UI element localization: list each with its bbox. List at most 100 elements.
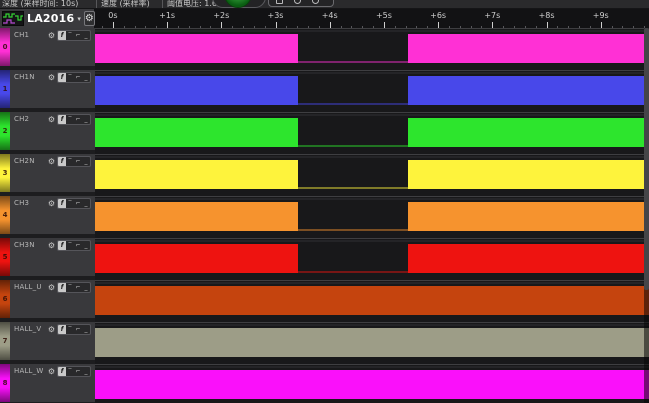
channel-waveform[interactable] <box>95 154 649 196</box>
high-level-trigger-icon[interactable]: ‾ <box>66 241 74 250</box>
channel-color-strip[interactable]: 4 <box>0 196 10 234</box>
channel-panel[interactable]: CH2N ⚙ f ‾ ⌐ _ <box>10 154 93 192</box>
channel-settings-gear-icon[interactable]: ⚙ <box>48 115 55 124</box>
high-level-trigger-icon[interactable]: ‾ <box>66 73 74 82</box>
low-level-trigger-icon[interactable]: _ <box>82 157 90 166</box>
channel-panel[interactable]: HALL_V ⚙ f ‾ ⌐ _ <box>10 322 93 360</box>
channel-waveform[interactable] <box>95 28 649 70</box>
channel-settings-gear-icon[interactable]: ⚙ <box>48 325 55 334</box>
vertical-scrollbar[interactable] <box>644 28 649 403</box>
falling-edge-trigger-icon[interactable]: ⌐ <box>74 31 82 40</box>
scrollbar-thumb[interactable] <box>644 28 649 290</box>
measure-f-icon[interactable]: f <box>58 367 66 376</box>
waveform-high-segment <box>408 160 649 189</box>
waveform-high-segment <box>95 160 298 189</box>
low-level-trigger-icon[interactable]: _ <box>82 367 90 376</box>
waveform-high-segment <box>408 202 649 231</box>
channel-panel[interactable]: CH2 ⚙ f ‾ ⌐ _ <box>10 112 93 150</box>
channel-panel[interactable]: CH3 ⚙ f ‾ ⌐ _ <box>10 196 93 234</box>
low-level-trigger-icon[interactable]: _ <box>82 31 90 40</box>
waveform-high-segment <box>95 202 298 231</box>
measure-f-icon[interactable]: f <box>58 31 66 40</box>
falling-edge-trigger-icon[interactable]: ⌐ <box>74 241 82 250</box>
channel-waveform[interactable] <box>95 70 649 112</box>
device-settings-gear-icon[interactable]: ⚙ <box>84 11 95 26</box>
channel-waveform[interactable] <box>95 238 649 280</box>
timeline-tick-label: +4s <box>322 11 338 20</box>
fit-view-icon[interactable] <box>276 0 283 4</box>
channel-waveform[interactable] <box>95 280 649 322</box>
measure-f-icon[interactable]: f <box>58 157 66 166</box>
falling-edge-trigger-icon[interactable]: ⌐ <box>74 199 82 208</box>
falling-edge-trigger-icon[interactable]: ⌐ <box>74 325 82 334</box>
measure-f-icon[interactable]: f <box>58 241 66 250</box>
waveform-low-segment <box>298 229 408 231</box>
channel-number: 6 <box>0 295 10 303</box>
high-level-trigger-icon[interactable]: ‾ <box>66 325 74 334</box>
falling-edge-trigger-icon[interactable]: ⌐ <box>74 367 82 376</box>
measure-f-icon[interactable]: f <box>58 283 66 292</box>
measure-f-icon[interactable]: f <box>58 199 66 208</box>
channel-panel[interactable]: HALL_U ⚙ f ‾ ⌐ _ <box>10 280 93 318</box>
channel-number: 7 <box>0 337 10 345</box>
channel-name-label: CH3N <box>14 241 35 249</box>
channel-color-strip[interactable]: 6 <box>0 280 10 318</box>
measure-f-icon[interactable]: f <box>58 73 66 82</box>
measure-f-icon[interactable]: f <box>58 115 66 124</box>
timeline-tick-label: 0s <box>108 11 117 20</box>
channel-icon-group: ⚙ f ‾ ⌐ _ <box>48 198 91 209</box>
trigger-button-group: f ‾ ⌐ _ <box>57 114 91 125</box>
channel-panel[interactable]: CH1N ⚙ f ‾ ⌐ _ <box>10 70 93 108</box>
channel-settings-gear-icon[interactable]: ⚙ <box>48 31 55 40</box>
channel-color-strip[interactable]: 3 <box>0 154 10 192</box>
channel-color-strip[interactable]: 8 <box>0 364 10 402</box>
channel-settings-gear-icon[interactable]: ⚙ <box>48 73 55 82</box>
channel-color-strip[interactable]: 2 <box>0 112 10 150</box>
high-level-trigger-icon[interactable]: ‾ <box>66 31 74 40</box>
channel-settings-gear-icon[interactable]: ⚙ <box>48 367 55 376</box>
channel-color-strip[interactable]: 7 <box>0 322 10 360</box>
low-level-trigger-icon[interactable]: _ <box>82 115 90 124</box>
device-selector[interactable]: LA2016 ▾ ⚙ <box>0 9 95 28</box>
channel-panel[interactable]: CH3N ⚙ f ‾ ⌐ _ <box>10 238 93 276</box>
waveform-high-segment <box>95 328 649 357</box>
channel-settings-gear-icon[interactable]: ⚙ <box>48 241 55 250</box>
high-level-trigger-icon[interactable]: ‾ <box>66 115 74 124</box>
low-level-trigger-icon[interactable]: _ <box>82 199 90 208</box>
low-level-trigger-icon[interactable]: _ <box>82 283 90 292</box>
channel-panel[interactable]: CH1 ⚙ f ‾ ⌐ _ <box>10 28 93 66</box>
low-level-trigger-icon[interactable]: _ <box>82 325 90 334</box>
device-dropdown-caret-icon[interactable]: ▾ <box>77 15 81 23</box>
channel-waveform[interactable] <box>95 364 649 403</box>
falling-edge-trigger-icon[interactable]: ⌐ <box>74 115 82 124</box>
falling-edge-trigger-icon[interactable]: ⌐ <box>74 73 82 82</box>
channel-info-panel: 3 CH2N ⚙ f ‾ ⌐ _ <box>0 154 95 196</box>
falling-edge-trigger-icon[interactable]: ⌐ <box>74 157 82 166</box>
high-level-trigger-icon[interactable]: ‾ <box>66 283 74 292</box>
channel-waveform[interactable] <box>95 112 649 154</box>
channel-settings-gear-icon[interactable]: ⚙ <box>48 199 55 208</box>
channel-color-strip[interactable]: 1 <box>0 70 10 108</box>
trigger-button-group: f ‾ ⌐ _ <box>57 240 91 251</box>
high-level-trigger-icon[interactable]: ‾ <box>66 199 74 208</box>
high-level-trigger-icon[interactable]: ‾ <box>66 157 74 166</box>
trigger-button-group: f ‾ ⌐ _ <box>57 282 91 293</box>
channel-panel[interactable]: HALL_W ⚙ f ‾ ⌐ _ <box>10 364 93 402</box>
channel-color-strip[interactable]: 5 <box>0 238 10 276</box>
falling-edge-trigger-icon[interactable]: ⌐ <box>74 283 82 292</box>
channel-info-panel: 4 CH3 ⚙ f ‾ ⌐ _ <box>0 196 95 238</box>
channel-waveform[interactable] <box>95 322 649 364</box>
channel-color-strip[interactable]: 0 <box>0 28 10 66</box>
channel-waveform[interactable] <box>95 196 649 238</box>
waveform-high-segment <box>408 244 649 273</box>
channel-settings-gear-icon[interactable]: ⚙ <box>48 283 55 292</box>
low-level-trigger-icon[interactable]: _ <box>82 241 90 250</box>
waveform-low-segment <box>298 145 408 147</box>
high-level-trigger-icon[interactable]: ‾ <box>66 367 74 376</box>
timeline[interactable]: 0s+1s+2s+3s+4s+5s+6s+7s+8s+9s <box>95 9 649 28</box>
low-level-trigger-icon[interactable]: _ <box>82 73 90 82</box>
channel-settings-gear-icon[interactable]: ⚙ <box>48 157 55 166</box>
trigger-button-group: f ‾ ⌐ _ <box>57 30 91 41</box>
measure-f-icon[interactable]: f <box>58 325 66 334</box>
channel-icon-group: ⚙ f ‾ ⌐ _ <box>48 72 91 83</box>
